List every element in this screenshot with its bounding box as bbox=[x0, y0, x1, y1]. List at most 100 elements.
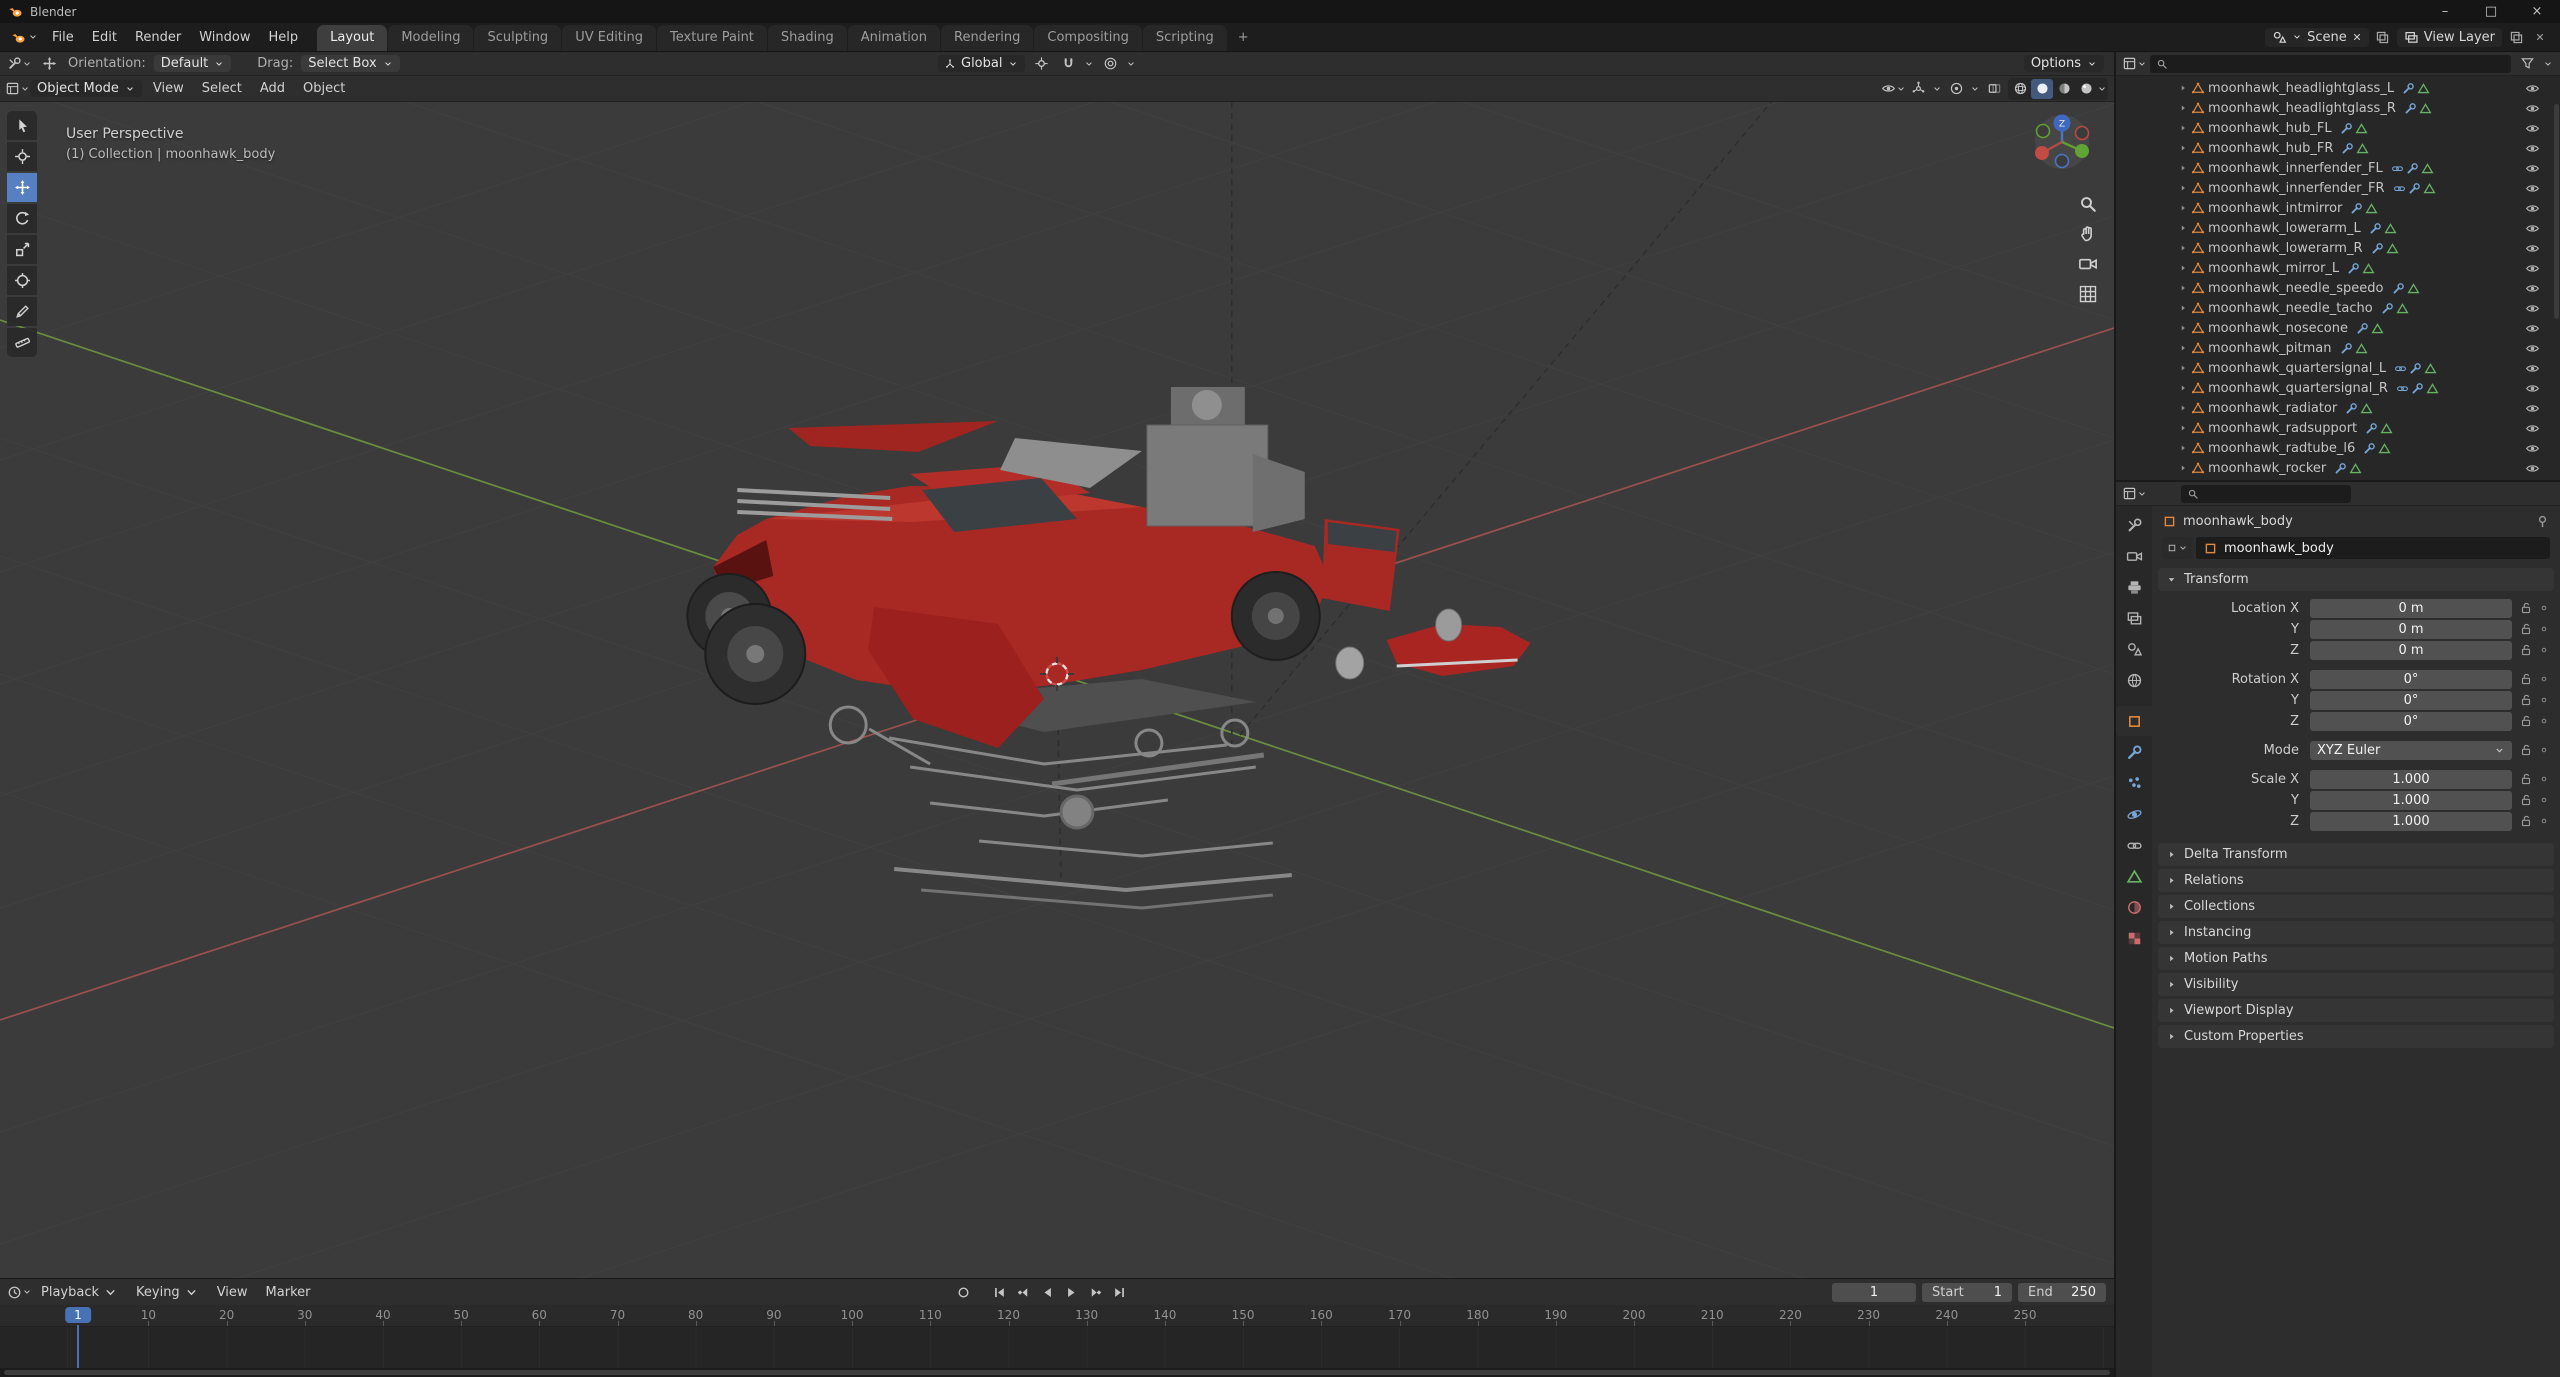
workspace-tab-animation[interactable]: Animation bbox=[848, 25, 940, 51]
hide-in-viewport-toggle[interactable] bbox=[2525, 101, 2540, 116]
hide-in-viewport-toggle[interactable] bbox=[2525, 301, 2540, 316]
object-name[interactable]: moonhawk_rocker bbox=[2208, 461, 2326, 476]
hide-in-viewport-toggle[interactable] bbox=[2525, 221, 2540, 236]
viewport-menu-object[interactable]: Object bbox=[294, 79, 354, 98]
tool-transform[interactable] bbox=[7, 266, 37, 295]
object-name[interactable]: moonhawk_needle_tacho bbox=[2208, 301, 2373, 316]
expand-arrow-icon[interactable] bbox=[2178, 343, 2188, 353]
animate-decorator[interactable] bbox=[2538, 773, 2550, 785]
auto-keying-button[interactable] bbox=[952, 1282, 975, 1302]
y-field[interactable]: 0° bbox=[2310, 691, 2512, 710]
menu-window[interactable]: Window bbox=[190, 28, 259, 47]
hide-in-viewport-toggle[interactable] bbox=[2525, 381, 2540, 396]
options-dropdown[interactable]: Options bbox=[2024, 55, 2104, 72]
workspace-tab-layout[interactable]: Layout bbox=[317, 25, 387, 51]
object-name[interactable]: moonhawk_needle_speedo bbox=[2208, 281, 2384, 296]
timeline-menu-playback[interactable]: Playback bbox=[32, 1283, 127, 1302]
properties-tab-physics[interactable] bbox=[2116, 799, 2152, 829]
shading-solid-button[interactable] bbox=[2031, 79, 2053, 99]
hide-in-viewport-toggle[interactable] bbox=[2525, 161, 2540, 176]
view-layer-selector[interactable]: View Layer bbox=[2397, 28, 2502, 47]
tool-select-box[interactable] bbox=[7, 111, 37, 140]
expand-arrow-icon[interactable] bbox=[2178, 383, 2188, 393]
outliner-item[interactable]: moonhawk_lowerarm_L bbox=[2116, 218, 2560, 238]
chevron-down-icon[interactable] bbox=[1126, 59, 1136, 69]
object-name[interactable]: moonhawk_mirror_L bbox=[2208, 261, 2339, 276]
properties-tab-render[interactable] bbox=[2116, 541, 2152, 571]
properties-tab-texture[interactable] bbox=[2116, 923, 2152, 953]
properties-tab-constraints[interactable] bbox=[2116, 830, 2152, 860]
scene-selector[interactable]: Scene bbox=[2265, 28, 2369, 47]
chevron-down-icon[interactable] bbox=[2097, 84, 2107, 94]
hide-in-viewport-toggle[interactable] bbox=[2525, 441, 2540, 456]
object-name[interactable]: moonhawk_nosecone bbox=[2208, 321, 2348, 336]
menu-render[interactable]: Render bbox=[126, 28, 190, 47]
timeline-menu-keying[interactable]: Keying bbox=[127, 1283, 208, 1302]
outliner-item[interactable]: moonhawk_hub_FL bbox=[2116, 118, 2560, 138]
lock-toggle[interactable] bbox=[2519, 793, 2533, 807]
workspace-tab-shading[interactable]: Shading bbox=[768, 25, 847, 51]
object-name[interactable]: moonhawk_radiator bbox=[2208, 401, 2337, 416]
toggle-perspective-button[interactable] bbox=[2078, 284, 2098, 304]
hide-in-viewport-toggle[interactable] bbox=[2525, 121, 2540, 136]
object-name[interactable]: moonhawk_hub_FL bbox=[2208, 121, 2332, 136]
outliner-item[interactable]: moonhawk_quartersignal_L bbox=[2116, 358, 2560, 378]
drag-dropdown[interactable]: Select Box bbox=[301, 55, 399, 72]
viewport-menu-view[interactable]: View bbox=[144, 79, 193, 98]
outliner-item[interactable]: moonhawk_hub_FR bbox=[2116, 138, 2560, 158]
object-name[interactable]: moonhawk_lowerarm_L bbox=[2208, 221, 2361, 236]
workspace-tab-uv-editing[interactable]: UV Editing bbox=[562, 25, 656, 51]
zoom-button[interactable] bbox=[2078, 194, 2098, 214]
lock-toggle[interactable] bbox=[2519, 693, 2533, 707]
hide-in-viewport-toggle[interactable] bbox=[2525, 321, 2540, 336]
panel-relations[interactable]: Relations bbox=[2158, 869, 2554, 892]
outliner-item[interactable]: moonhawk_lowerarm_R bbox=[2116, 238, 2560, 258]
toggle-xray-button[interactable] bbox=[1983, 79, 2005, 99]
editor-type-button[interactable] bbox=[6, 79, 28, 99]
scrollbar-thumb[interactable] bbox=[4, 1370, 2110, 1375]
properties-tab-object-data[interactable] bbox=[2116, 861, 2152, 891]
shading-rendered-button[interactable] bbox=[2075, 79, 2097, 99]
properties-tab-object[interactable] bbox=[2116, 706, 2152, 736]
viewport-menu-select[interactable]: Select bbox=[193, 79, 251, 98]
chevron-down-icon[interactable] bbox=[2543, 59, 2553, 69]
play-rev-button[interactable] bbox=[1036, 1282, 1059, 1302]
chevron-down-icon[interactable] bbox=[1084, 59, 1094, 69]
y-field[interactable]: 1.000 bbox=[2310, 791, 2512, 810]
expand-arrow-icon[interactable] bbox=[2178, 423, 2188, 433]
animate-decorator[interactable] bbox=[2538, 715, 2550, 727]
close-button[interactable]: × bbox=[2514, 0, 2560, 23]
object-name[interactable]: moonhawk_radsupport bbox=[2208, 421, 2357, 436]
hide-in-viewport-toggle[interactable] bbox=[2525, 281, 2540, 296]
outliner-item[interactable]: moonhawk_radtube_l6 bbox=[2116, 438, 2560, 458]
expand-arrow-icon[interactable] bbox=[2178, 163, 2188, 173]
location-x-field[interactable]: 0 m bbox=[2310, 599, 2512, 618]
properties-tab-scene[interactable] bbox=[2116, 634, 2152, 664]
viewport-scene[interactable]: User Perspective (1) Collection | moonha… bbox=[0, 102, 2114, 1278]
show-gizmo-button[interactable] bbox=[1907, 79, 1929, 99]
unlink-scene-icon[interactable] bbox=[2352, 32, 2362, 42]
expand-arrow-icon[interactable] bbox=[2178, 463, 2188, 473]
animate-decorator[interactable] bbox=[2538, 602, 2550, 614]
outliner-item[interactable]: moonhawk_innerfender_FR bbox=[2116, 178, 2560, 198]
menu-edit[interactable]: Edit bbox=[83, 28, 126, 47]
chevron-down-icon[interactable] bbox=[1970, 84, 1980, 94]
lock-toggle[interactable] bbox=[2519, 622, 2533, 636]
editor-type-button[interactable] bbox=[2123, 54, 2145, 74]
frame-end-field[interactable]: End 250 bbox=[2018, 1283, 2106, 1302]
hide-in-viewport-toggle[interactable] bbox=[2525, 461, 2540, 476]
new-scene-button[interactable] bbox=[2373, 27, 2393, 47]
animate-decorator[interactable] bbox=[2538, 794, 2550, 806]
outliner-item[interactable]: moonhawk_rocker bbox=[2116, 458, 2560, 478]
outliner-item[interactable]: moonhawk_headlightglass_L bbox=[2116, 78, 2560, 98]
editor-type-button[interactable] bbox=[8, 1282, 30, 1302]
hide-in-viewport-toggle[interactable] bbox=[2525, 241, 2540, 256]
menu-help[interactable]: Help bbox=[260, 28, 308, 47]
expand-arrow-icon[interactable] bbox=[2178, 223, 2188, 233]
outliner-item[interactable]: moonhawk_headlightglass_R bbox=[2116, 98, 2560, 118]
tool-measure[interactable] bbox=[7, 328, 37, 357]
app-menu-button[interactable] bbox=[6, 30, 43, 45]
timeline-menu-marker[interactable]: Marker bbox=[257, 1283, 320, 1302]
hide-in-viewport-toggle[interactable] bbox=[2525, 81, 2540, 96]
hide-in-viewport-toggle[interactable] bbox=[2525, 341, 2540, 356]
